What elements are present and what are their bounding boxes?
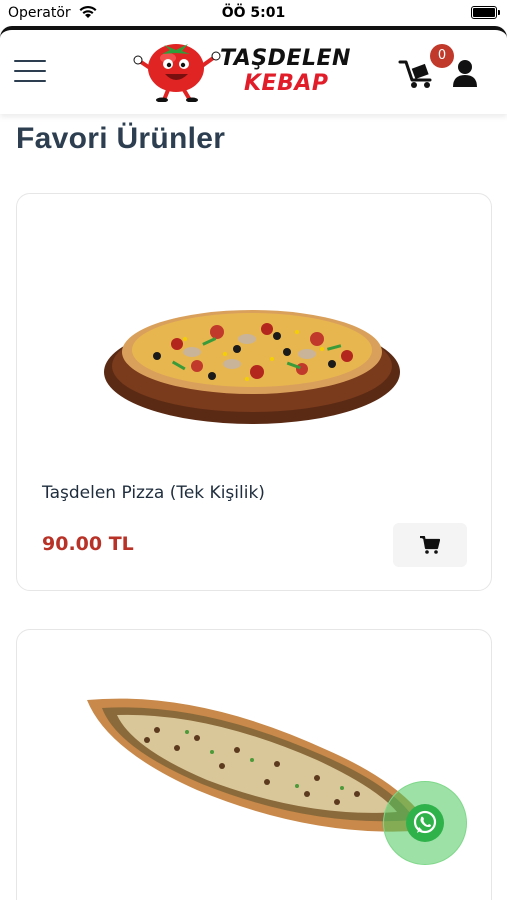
whatsapp-button[interactable] — [383, 781, 467, 865]
whatsapp-badge — [406, 804, 444, 842]
status-bar: Operatör ÖÖ 5:01 — [0, 0, 507, 26]
logo-text-secondary: KEBAP — [244, 71, 329, 96]
product-name[interactable]: Taşdelen Pizza (Tek Kişilik) — [42, 483, 265, 503]
hamburger-menu-icon[interactable] — [14, 60, 46, 84]
user-icon[interactable] — [452, 58, 478, 88]
pizza-image — [104, 310, 400, 424]
product-card[interactable]: Taşdelen Pizza (Tek Kişilik) 90.00 TL — [16, 193, 492, 591]
app-header: TAŞDELEN KEBAP 0 — [0, 26, 507, 114]
cart-count-badge: 0 — [430, 44, 454, 68]
battery-icon — [471, 6, 500, 19]
whatsapp-icon — [413, 810, 437, 834]
logo-text-primary: TAŞDELEN — [220, 46, 351, 71]
brand-logo[interactable]: TAŞDELEN KEBAP — [132, 38, 372, 102]
status-time: ÖÖ 5:01 — [221, 5, 286, 21]
page-title: Favori Ürünler — [16, 122, 226, 155]
add-to-cart-button[interactable] — [393, 523, 467, 567]
cart-icon — [420, 536, 440, 554]
tomato-mascot-icon — [133, 44, 221, 102]
product-price: 90.00 TL — [42, 533, 134, 555]
